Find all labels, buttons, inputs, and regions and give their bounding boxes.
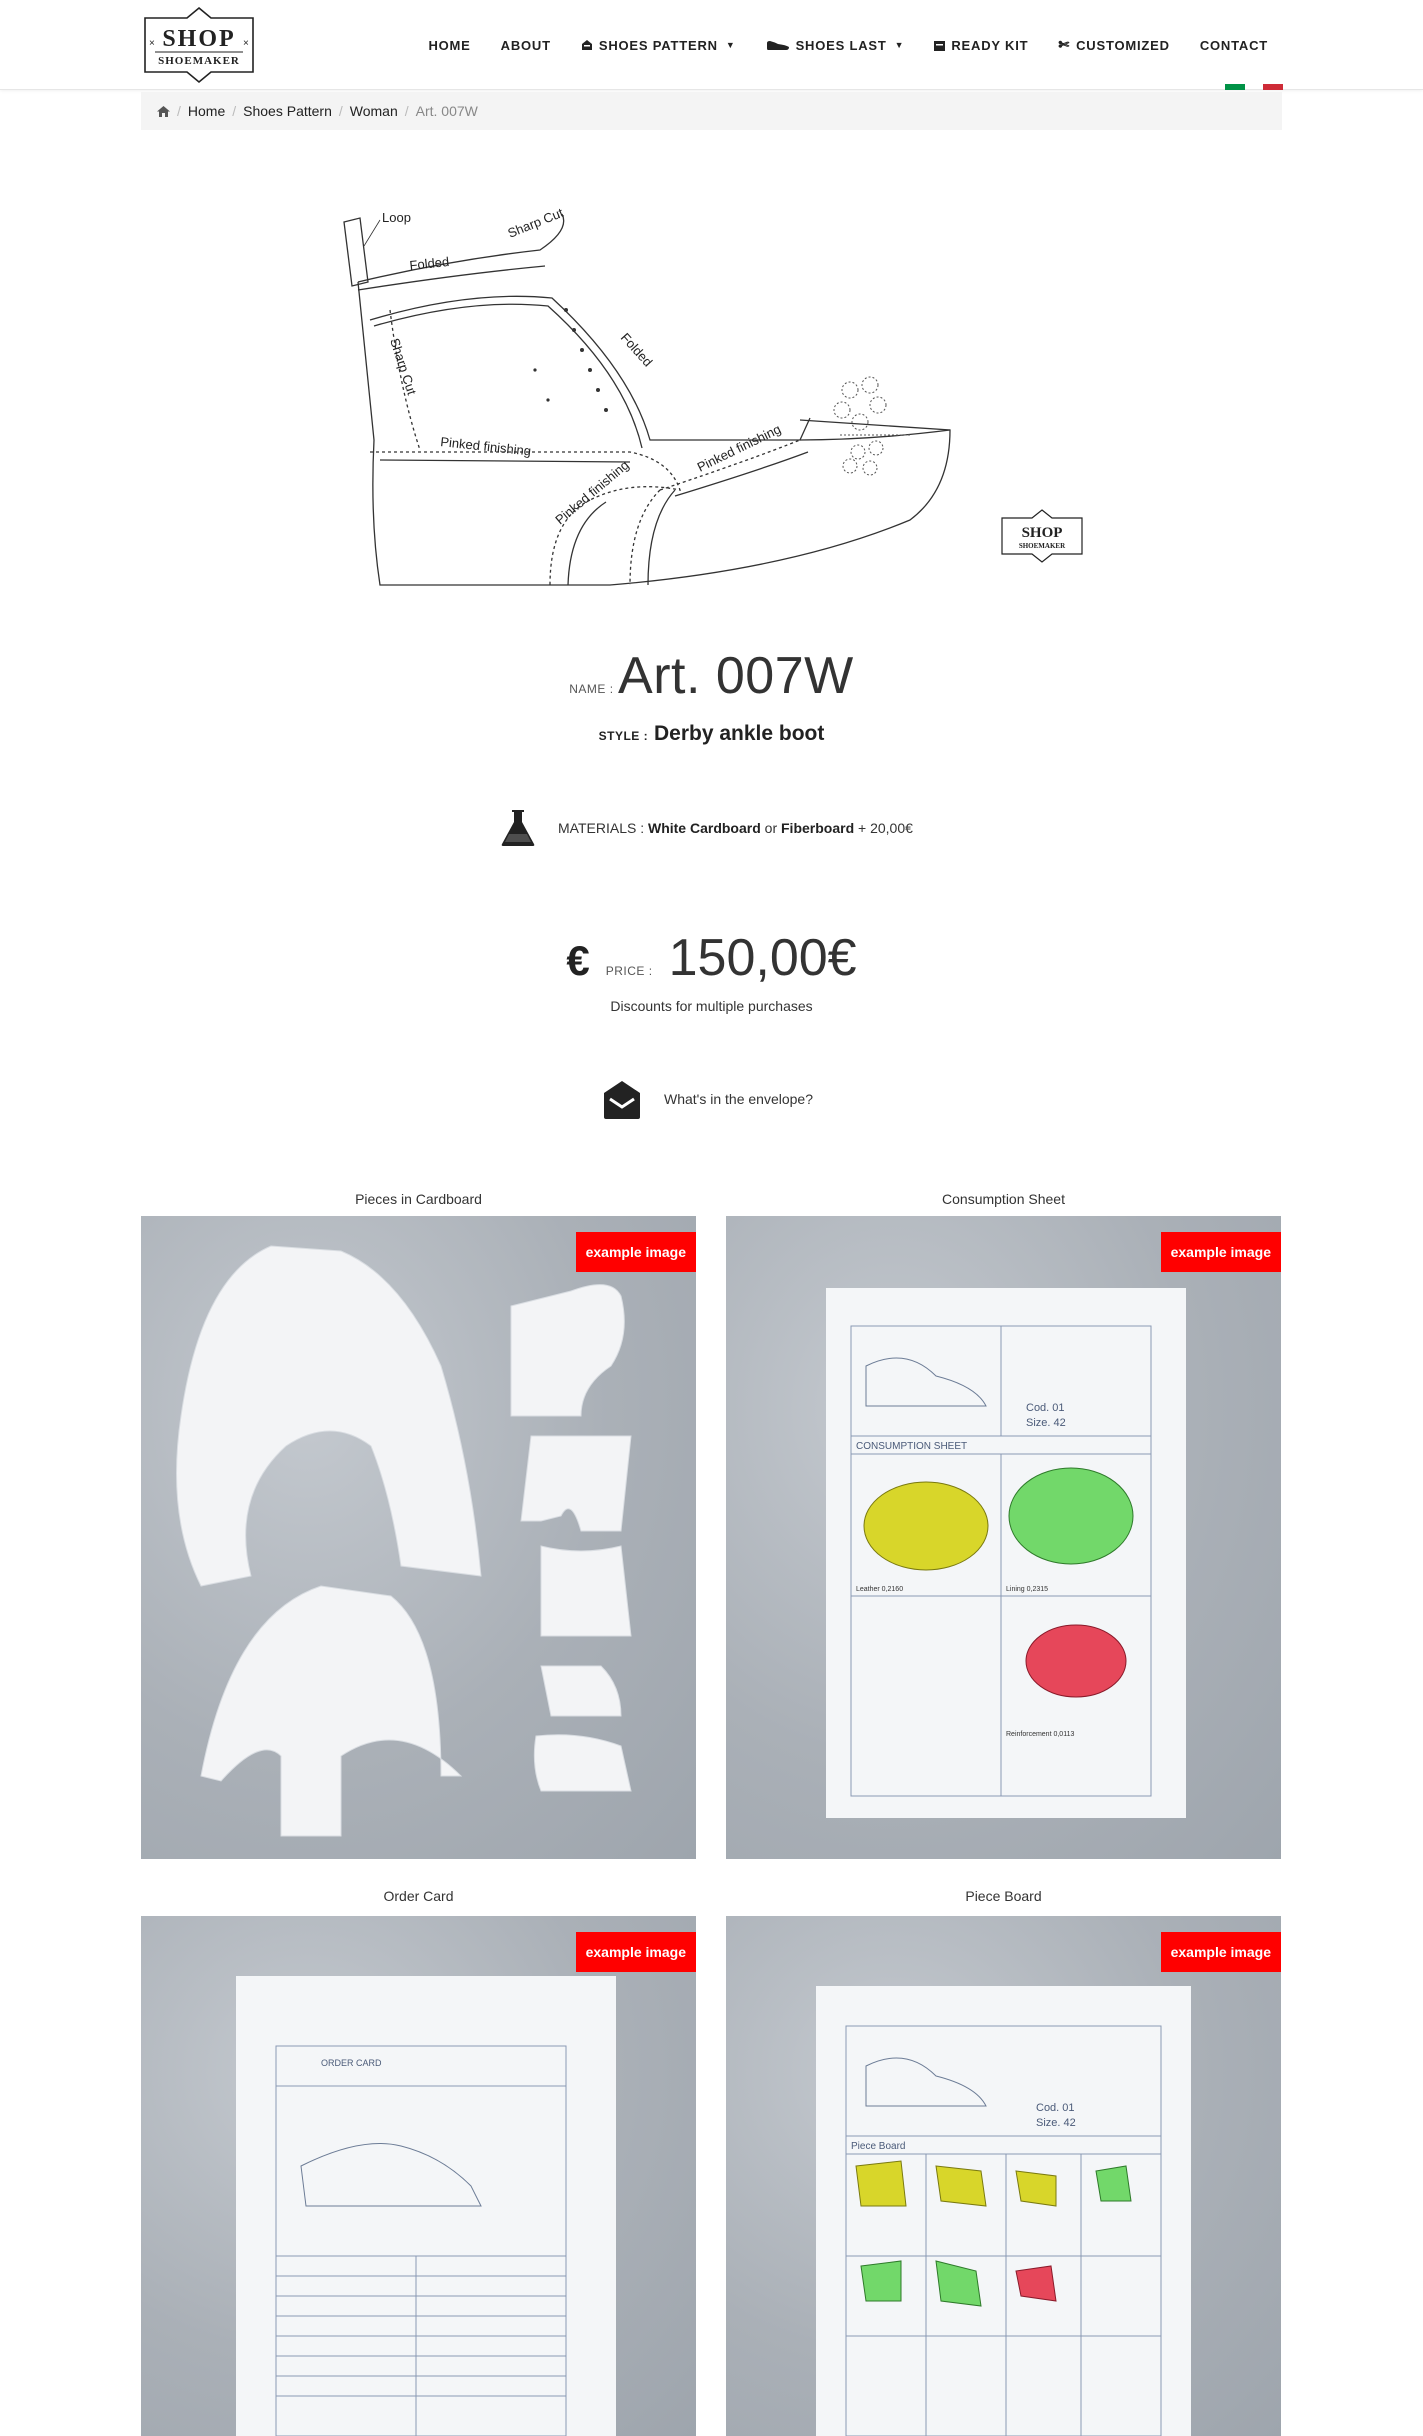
product-name: Art. 007W <box>618 647 854 705</box>
example-image-badge: example image <box>575 1932 696 1972</box>
svg-text:ORDER CARD: ORDER CARD <box>321 2058 382 2068</box>
svg-text:Size. 42: Size. 42 <box>1036 2117 1076 2129</box>
product-style: Derby ankle boot <box>653 722 825 745</box>
envelope-open-icon <box>604 1081 640 1119</box>
nav-shoes-pattern[interactable]: SHOES PATTERN ▼ <box>566 38 751 53</box>
breadcrumb-separator: / <box>338 103 343 119</box>
photo-pieces-cardboard[interactable]: example image <box>141 1216 696 1859</box>
caption-consumption-sheet: Consumption Sheet <box>942 1191 1065 1207</box>
caption-pieces-cardboard: Pieces in Cardboard <box>355 1191 482 1207</box>
nav-customized-label: CUSTOMIZED <box>1076 37 1170 53</box>
price-label: PRICE : <box>605 964 653 978</box>
svg-text:×: × <box>243 38 249 49</box>
caption-piece-board: Piece Board <box>965 1888 1042 1904</box>
svg-text:Cod. 01: Cod. 01 <box>1036 2102 1075 2114</box>
nav-contact[interactable]: CONTACT <box>1185 38 1283 53</box>
flag-italian[interactable] <box>1225 84 1246 90</box>
svg-text:SHOEMAKER: SHOEMAKER <box>158 55 240 67</box>
watermark-logo: SHOP SHOEMAKER <box>1001 509 1083 563</box>
breadcrumb-woman[interactable]: Woman <box>350 103 398 119</box>
materials-text: MATERIALS : White Cardboard or Fiberboar… <box>558 820 913 836</box>
chevron-down-icon: ▼ <box>725 40 736 50</box>
example-image-badge: example image <box>1160 1232 1281 1272</box>
svg-text:Sharp Cut: Sharp Cut <box>387 336 419 397</box>
language-switcher <box>1225 84 1284 90</box>
product-name-row: NAME : Art. 007W <box>0 646 1423 706</box>
envelope-link-label: What's in the envelope? <box>664 1091 813 1107</box>
svg-text:Folded: Folded <box>409 254 450 273</box>
pattern-icon <box>581 40 592 50</box>
nav-home[interactable]: HOME <box>413 38 485 53</box>
svg-text:Size. 42: Size. 42 <box>1026 1417 1066 1429</box>
svg-text:Cod. 01: Cod. 01 <box>1026 1402 1065 1414</box>
style-label: STYLE : <box>598 729 649 743</box>
photo-consumption-sheet[interactable]: Cod. 01 Size. 42 CONSUMPTION SHEET Leath… <box>726 1216 1281 1859</box>
euro-icon: € <box>566 937 590 984</box>
price-row: € PRICE : 150,00€ <box>0 928 1423 988</box>
svg-text:Loop: Loop <box>382 210 411 225</box>
materials-row: MATERIALS : White Cardboard or Fiberboar… <box>500 806 913 850</box>
svg-text:Lining 0,2315: Lining 0,2315 <box>1006 1586 1048 1593</box>
scissors-icon: ✄ <box>1058 37 1071 52</box>
main-nav: HOME ABOUT SHOES PATTERN ▼ SHOES LAST ▼ RE… <box>413 0 1283 90</box>
breadcrumb-separator: / <box>232 103 237 119</box>
svg-text:Pinked finishing: Pinked finishing <box>552 457 631 527</box>
materials-or: or <box>764 820 778 836</box>
shop-shoemaker-logo[interactable]: SHOP SHOEMAKER × × <box>141 6 257 84</box>
site-header: SHOP SHOEMAKER × × HOME ABOUT SHOES PATT… <box>0 0 1423 90</box>
home-icon[interactable] <box>157 105 170 117</box>
caption-order-card: Order Card <box>383 1888 454 1904</box>
name-label: NAME : <box>569 682 614 696</box>
nav-ready-kit[interactable]: READY KIT <box>919 38 1043 53</box>
svg-text:×: × <box>149 38 155 49</box>
kit-icon <box>934 40 946 51</box>
svg-text:SHOEMAKER: SHOEMAKER <box>1019 542 1066 550</box>
shoe-pattern-drawing: Loop Folded Sharp Cut Folded Sharp Cut P… <box>343 205 1083 586</box>
flask-icon <box>501 810 535 846</box>
breadcrumb-separator: / <box>177 103 181 119</box>
svg-text:SHOP: SHOP <box>1022 525 1063 541</box>
svg-text:Piece Board: Piece Board <box>851 2141 905 2152</box>
chevron-down-icon: ▼ <box>894 40 905 50</box>
nav-shoes-last[interactable]: SHOES LAST ▼ <box>751 38 920 53</box>
breadcrumb: / Home / Shoes Pattern / Woman / Art. 00… <box>141 92 1282 130</box>
shoe-last-icon <box>766 41 789 50</box>
breadcrumb-shoes-pattern[interactable]: Shoes Pattern <box>243 103 332 119</box>
nav-contact-label: CONTACT <box>1199 37 1268 53</box>
svg-text:CONSUMPTION SHEET: CONSUMPTION SHEET <box>856 1441 967 1452</box>
material-fiberboard: Fiberboard <box>781 820 855 836</box>
nav-shoes-pattern-label: SHOES PATTERN <box>598 37 718 53</box>
example-image-badge: example image <box>1160 1932 1281 1972</box>
nav-about[interactable]: ABOUT <box>486 38 566 53</box>
envelope-link[interactable]: What's in the envelope? <box>600 1076 813 1122</box>
discount-note: Discounts for multiple purchases <box>610 998 813 1014</box>
example-image-badge: example image <box>575 1232 696 1272</box>
product-price: 150,00€ <box>668 929 857 987</box>
material-white-cardboard: White Cardboard <box>647 820 761 836</box>
breadcrumb-home[interactable]: Home <box>188 103 225 119</box>
svg-text:Pinked finishing: Pinked finishing <box>440 434 532 458</box>
photo-piece-board[interactable]: Cod. 01 Size. 42 Piece Board example ima… <box>726 1916 1281 2436</box>
breadcrumb-separator: / <box>404 103 409 119</box>
svg-text:Pinked finishing: Pinked finishing <box>695 421 783 474</box>
nav-customized[interactable]: ✄ CUSTOMIZED <box>1043 37 1184 53</box>
nav-home-label: HOME <box>428 37 471 53</box>
nav-ready-kit-label: READY KIT <box>951 37 1029 53</box>
svg-text:SHOP: SHOP <box>162 26 235 52</box>
svg-text:Leather 0,2160: Leather 0,2160 <box>856 1586 903 1593</box>
breadcrumb-current: Art. 007W <box>415 103 478 119</box>
material-extra-price: + 20,00€ <box>858 820 913 836</box>
photo-order-card[interactable]: ORDER CARD example image <box>141 1916 696 2436</box>
nav-about-label: ABOUT <box>500 37 551 53</box>
flag-english[interactable] <box>1263 84 1284 90</box>
svg-text:Folded: Folded <box>618 330 656 370</box>
materials-label: MATERIALS : <box>558 820 645 836</box>
nav-shoes-last-label: SHOES LAST <box>795 37 887 53</box>
svg-text:Reinforcement 0,0113: Reinforcement 0,0113 <box>1006 1731 1074 1738</box>
product-style-row: STYLE : Derby ankle boot <box>0 722 1423 746</box>
